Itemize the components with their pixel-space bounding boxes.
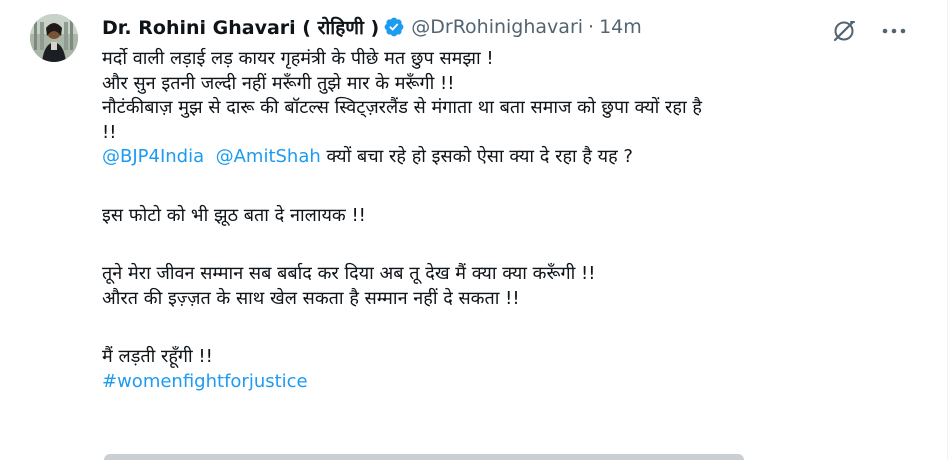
author-display-name[interactable]: Dr. Rohini Ghavari ( रोहिणी ) — [102, 14, 379, 40]
tweet-line-4: !! — [102, 121, 117, 143]
tweet-line-5: @BJP4India @AmitShah क्यों बचा रहे हो इस… — [102, 145, 902, 170]
tweet[interactable]: Dr. Rohini Ghavari ( रोहिणी ) @DrRohinig… — [0, 0, 948, 460]
mention-bjp4india[interactable]: @BJP4India — [102, 146, 204, 167]
hashtag-womenfightforjustice[interactable]: #womenfightforjustice — [102, 370, 902, 395]
verified-badge-icon[interactable] — [383, 16, 405, 38]
tweet-line-8: औरत की इज़्ज़त के साथ खेल सकता है सम्मान… — [102, 287, 520, 309]
separator-dot: · — [588, 16, 595, 38]
author-handle[interactable]: @DrRohinighavari — [411, 16, 583, 38]
avatar-image — [30, 14, 78, 62]
tweet-line-7: तूने मेरा जीवन सम्मान सब बर्बाद कर दिया … — [102, 263, 596, 284]
tweet-text: मर्दो वाली लड़ाई लड़ कायर गृहमंत्री के प… — [102, 47, 902, 394]
mention-amitshah[interactable]: @AmitShah — [216, 146, 321, 167]
tweet-line-2: और सुन इतनी जल्दी नहीं मरूँगी तुझे मार क… — [102, 72, 455, 94]
tweet-line-5-text: क्यों बचा रहे हो इसको ऐसा क्या दे रहा है… — [320, 146, 633, 167]
tweet-line-6: इस फोटो को भी झूठ बता दे नालायक !! — [102, 204, 366, 226]
header-actions — [829, 16, 909, 46]
tweet-media-preview[interactable] — [104, 454, 744, 460]
tweet-header: Dr. Rohini Ghavari ( रोहिणी ) @DrRohinig… — [102, 14, 642, 40]
tweet-timestamp[interactable]: 14m — [599, 16, 642, 38]
tweet-line-3: नौटंकीबाज़ मुझ से दारू की बॉटल्स स्विट्ज… — [102, 97, 702, 118]
grok-icon[interactable] — [829, 16, 859, 46]
more-options-icon[interactable] — [879, 16, 909, 46]
avatar[interactable] — [30, 14, 78, 62]
tweet-line-9: मैं लड़ती रहूँगी !! — [102, 346, 213, 367]
tweet-line-1: मर्दो वाली लड़ाई लड़ कायर गृहमंत्री के प… — [102, 48, 494, 69]
